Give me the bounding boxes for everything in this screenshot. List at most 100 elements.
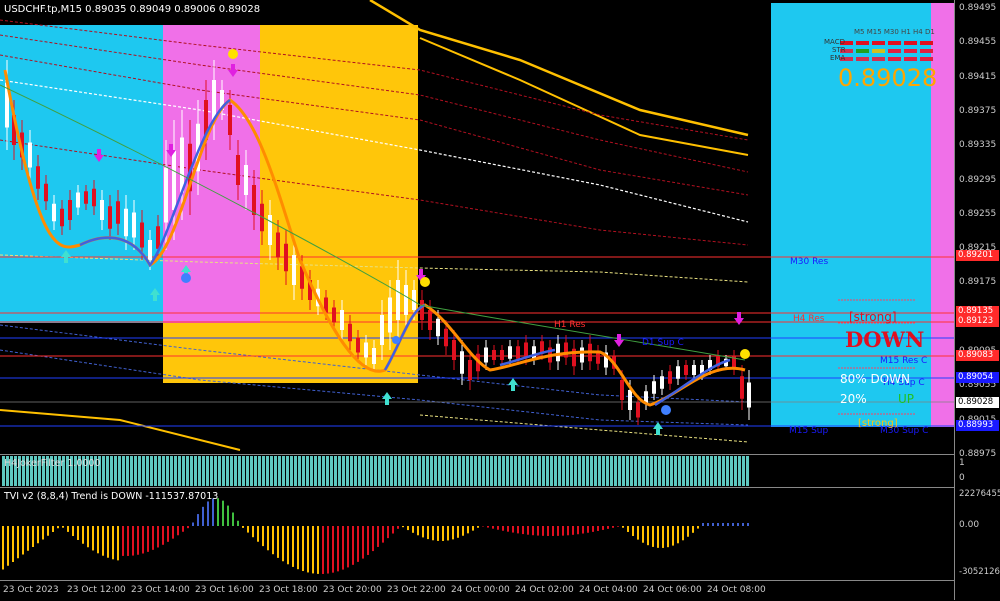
joker-filter-bar	[274, 456, 277, 486]
candle-body	[516, 346, 520, 359]
tvi-histogram-bar	[307, 526, 309, 572]
joker-filter-bar	[314, 456, 317, 486]
joker-filter-bar	[638, 456, 641, 486]
candle-body	[524, 343, 528, 358]
candle-body	[236, 155, 240, 185]
time-tick-label: 23 Oct 22:00	[387, 585, 446, 595]
tvi-histogram-bar	[727, 523, 729, 526]
candle-body	[428, 310, 432, 330]
joker-filter-bar	[502, 456, 505, 486]
joker-filter-bar	[474, 456, 477, 486]
tvi-histogram-bar	[522, 526, 524, 534]
joker-filter-bar	[582, 456, 585, 486]
main-price-chart[interactable]: USDCHF.tp,M15 0.89035 0.89049 0.89006 0.…	[0, 0, 954, 453]
joker-filter-bar	[318, 456, 321, 486]
tvi-indicator-window[interactable]: TVI v2 (8,8,4) Trend is DOWN -111537.870…	[0, 487, 954, 581]
price-tick-label: 0.89255	[959, 209, 996, 219]
price-tick-label: 0.89415	[959, 72, 996, 82]
joker-filter-bar	[746, 456, 749, 486]
tvi-histogram-bar	[592, 526, 594, 532]
price-tick-label: 0.89335	[959, 140, 996, 150]
tvi-histogram-bar	[112, 526, 114, 559]
joker-filter-bar	[590, 456, 593, 486]
joker-filter-bar	[286, 456, 289, 486]
info-panel-indicator-bar	[904, 49, 917, 53]
joker-filter-bar	[490, 456, 493, 486]
joker-filter-bar	[126, 456, 129, 486]
tvi-histogram-bar	[542, 526, 544, 536]
joker-filter-bar	[666, 456, 669, 486]
tvi-histogram-bar	[472, 526, 474, 531]
joker-filter-bar	[110, 456, 113, 486]
joker-filter-bar	[470, 456, 473, 486]
tvi-histogram-bar	[742, 523, 744, 526]
tvi-histogram-bar	[392, 526, 394, 534]
tvi-histogram-bar	[512, 526, 514, 533]
tvi-title: TVI v2 (8,8,4) Trend is DOWN -111537.870…	[4, 491, 218, 502]
joker-filter-bar	[570, 456, 573, 486]
candle-body	[636, 403, 640, 418]
tvi-histogram-bar	[72, 526, 74, 536]
sub1-scale-bottom: 0	[959, 473, 965, 483]
joker-filter-bar	[206, 456, 209, 486]
tvi-histogram-bar	[712, 523, 714, 526]
joker-filter-bar	[622, 456, 625, 486]
joker-filter-bar	[574, 456, 577, 486]
tvi-histogram-bar	[57, 526, 59, 528]
joker-filter-bar	[450, 456, 453, 486]
h4-joker-filter-window[interactable]: H4JokerFilter 1.0000	[0, 454, 954, 487]
info-panel-indicator-bar	[904, 41, 917, 45]
tvi-histogram-bar	[2, 526, 4, 570]
signal-dot-icon	[181, 273, 191, 283]
tvi-histogram-bar	[287, 526, 289, 564]
joker-filter-bar	[402, 456, 405, 486]
joker-filter-bar	[742, 456, 745, 486]
candle-body	[284, 244, 288, 272]
price-axis[interactable]: 0.894950.894550.894150.893750.893350.892…	[954, 0, 1000, 600]
tvi-histogram-bar	[447, 526, 449, 540]
candle-body	[172, 150, 176, 210]
candle-body	[164, 168, 168, 223]
tvi-histogram-bar	[122, 526, 124, 556]
tvi-histogram-bar	[227, 506, 229, 526]
tvi-histogram-bar	[427, 526, 429, 539]
candle-body	[396, 280, 400, 320]
joker-filter-bar	[130, 456, 133, 486]
candle-body	[660, 376, 664, 389]
tvi-histogram-bar	[412, 526, 414, 533]
joker-filter-bar	[310, 456, 313, 486]
info-panel-indicator-bar	[856, 57, 869, 61]
joker-filter-bar	[146, 456, 149, 486]
joker-filter-bar	[606, 456, 609, 486]
joker-filter-bar	[694, 456, 697, 486]
time-axis[interactable]: 23 Oct 202323 Oct 12:0023 Oct 14:0023 Oc…	[0, 580, 954, 601]
level-label-d1-sup: D1 Sup C	[642, 338, 684, 348]
tvi-histogram-bar	[147, 526, 149, 552]
candle-body	[492, 350, 496, 360]
price-tick-label: 0.89495	[959, 3, 996, 13]
joker-filter-bar	[538, 456, 541, 486]
tvi-histogram-bar	[497, 526, 499, 530]
tvi-histogram-bar	[277, 526, 279, 558]
joker-filter-bar	[106, 456, 109, 486]
joker-filter-bar	[654, 456, 657, 486]
candle-body	[276, 233, 280, 258]
tvi-histogram-bar	[242, 526, 244, 528]
tvi-histogram-bar	[357, 526, 359, 562]
price-tick-label: 0.89375	[959, 106, 996, 116]
joker-filter-bar	[170, 456, 173, 486]
sub2-scale-mid: 0.00	[959, 520, 979, 530]
tvi-histogram-bar	[7, 526, 9, 566]
tvi-histogram-bar	[652, 526, 654, 547]
tvi-histogram-bar	[732, 523, 734, 526]
joker-filter-bar	[394, 456, 397, 486]
joker-filter-bar	[302, 456, 305, 486]
tvi-histogram-bar	[432, 526, 434, 540]
tvi-histogram-bar	[492, 526, 494, 529]
joker-filter-bar	[514, 456, 517, 486]
tvi-histogram-bar	[672, 526, 674, 546]
candle-body	[108, 206, 112, 229]
buy-arrow-icon	[653, 422, 663, 435]
joker-filter-bar	[214, 456, 217, 486]
tvi-histogram-bar	[172, 526, 174, 539]
